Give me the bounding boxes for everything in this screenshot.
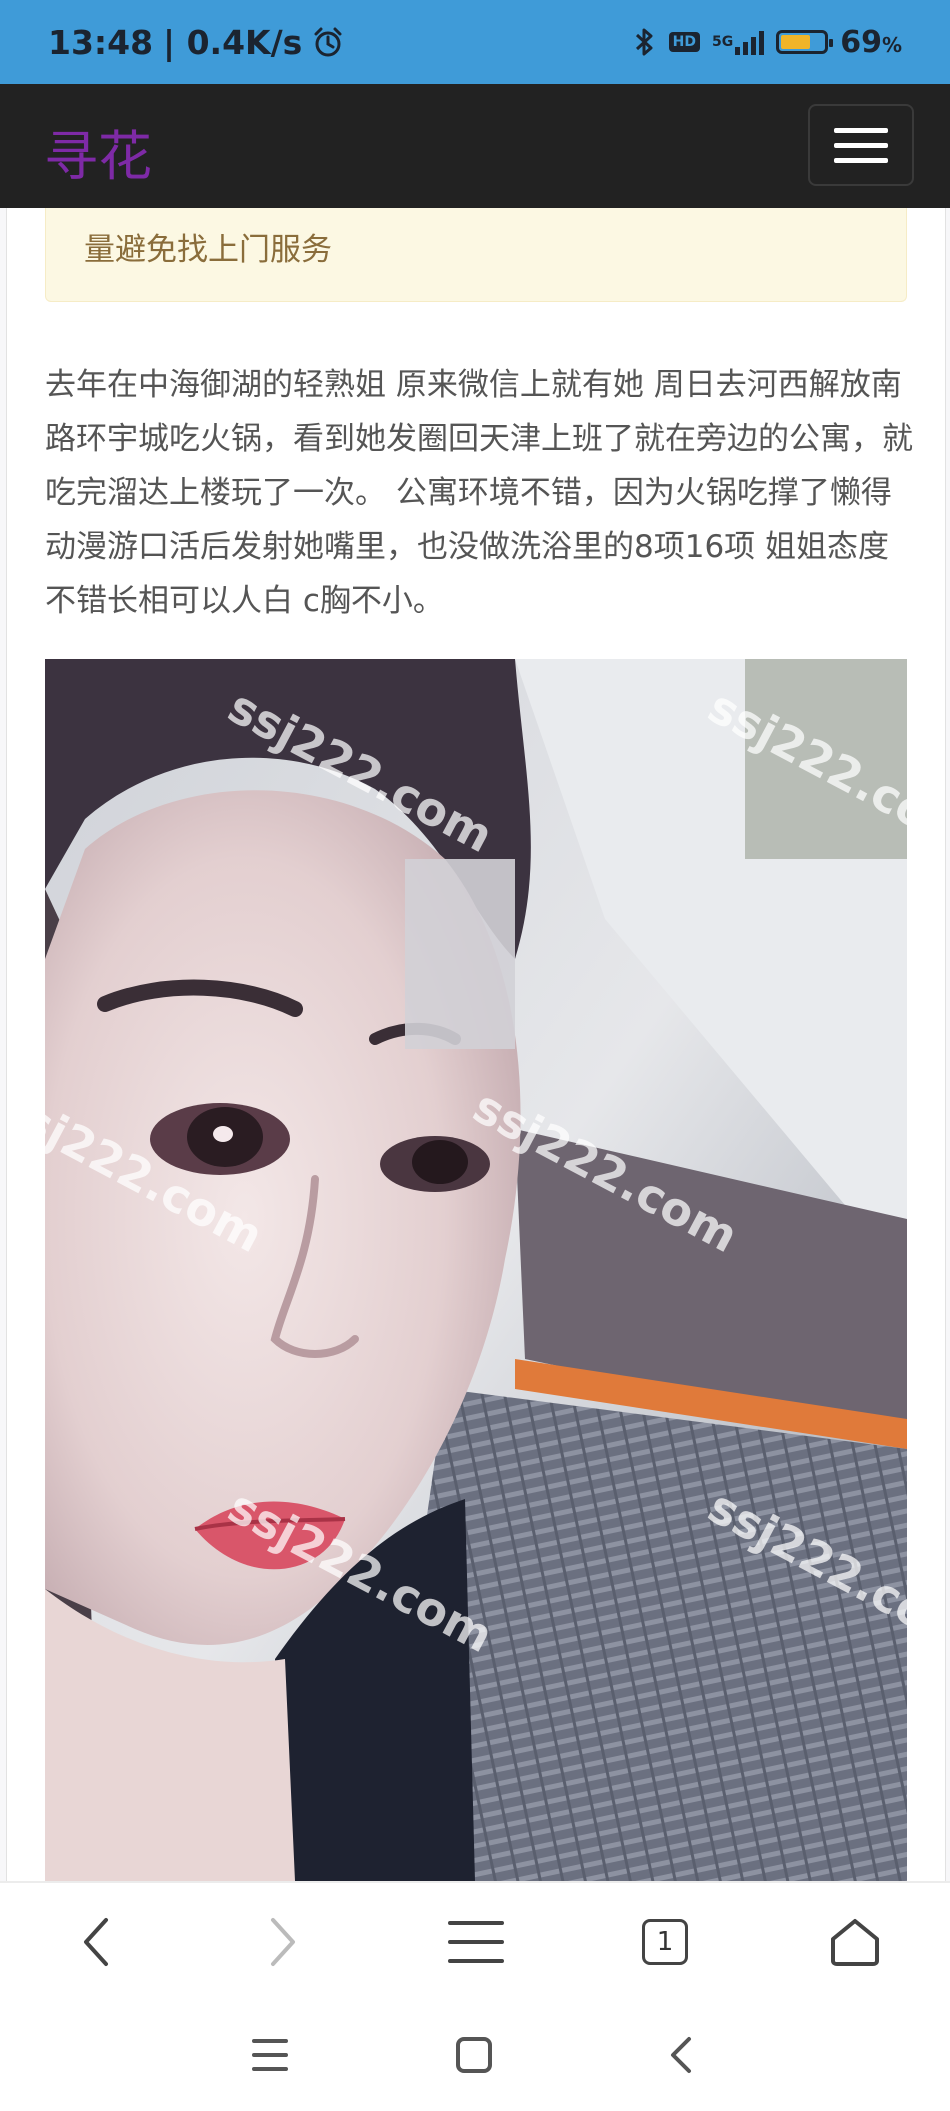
status-right: HD 5G 69% <box>633 25 902 60</box>
chevron-right-icon[interactable] <box>248 1907 318 1977</box>
signal-icon: 5G <box>711 29 765 55</box>
recents-icon[interactable] <box>240 2027 300 2083</box>
browser-toolbar: 1 <box>0 1881 950 2001</box>
article-text: 去年在中海御湖的轻熟姐 原来微信上就有她 周日去河西解放南路环宇城吃火锅，看到她… <box>45 367 913 619</box>
network-type-label: 5G <box>711 34 734 50</box>
status-left: 13:48 | 0.4K/s <box>48 23 344 62</box>
main-content: 量避免找上门服务 去年在中海御湖的轻熟姐 原来微信上就有她 周日去河西解放南路环… <box>6 208 946 1881</box>
warning-notice: 量避免找上门服务 <box>45 208 907 302</box>
site-navbar: 寻花 <box>0 84 950 208</box>
site-brand[interactable]: 寻花 <box>44 112 152 191</box>
notice-text: 量避免找上门服务 <box>84 232 332 268</box>
chevron-left-icon[interactable] <box>61 1907 131 1977</box>
article-photo: ssj222.com ssj222.com ssj222.com ssj222.… <box>45 659 907 1881</box>
back-triangle-icon[interactable] <box>650 2027 710 2083</box>
tabs-count: 1 <box>642 1919 688 1965</box>
bluetooth-icon <box>633 26 657 58</box>
square-home-icon[interactable] <box>444 2027 504 2083</box>
tabs-button[interactable]: 1 <box>630 1907 700 1977</box>
battery-fill <box>781 35 811 49</box>
signal-bars <box>735 29 765 55</box>
status-net-speed: | 0.4K/s <box>163 22 303 62</box>
hamburger-menu-icon[interactable] <box>808 104 914 186</box>
menu-lines-icon[interactable] <box>441 1907 511 1977</box>
home-icon[interactable] <box>820 1907 890 1977</box>
status-bar: 13:48 | 0.4K/s HD 5G 69% <box>0 0 950 84</box>
battery-percent: 69% <box>840 24 902 60</box>
hd-badge: HD <box>668 32 700 52</box>
status-time: 13:48 <box>48 22 154 62</box>
battery-icon <box>776 30 834 54</box>
system-navigation-bar <box>0 1999 950 2111</box>
alarm-clock-icon <box>312 26 344 58</box>
